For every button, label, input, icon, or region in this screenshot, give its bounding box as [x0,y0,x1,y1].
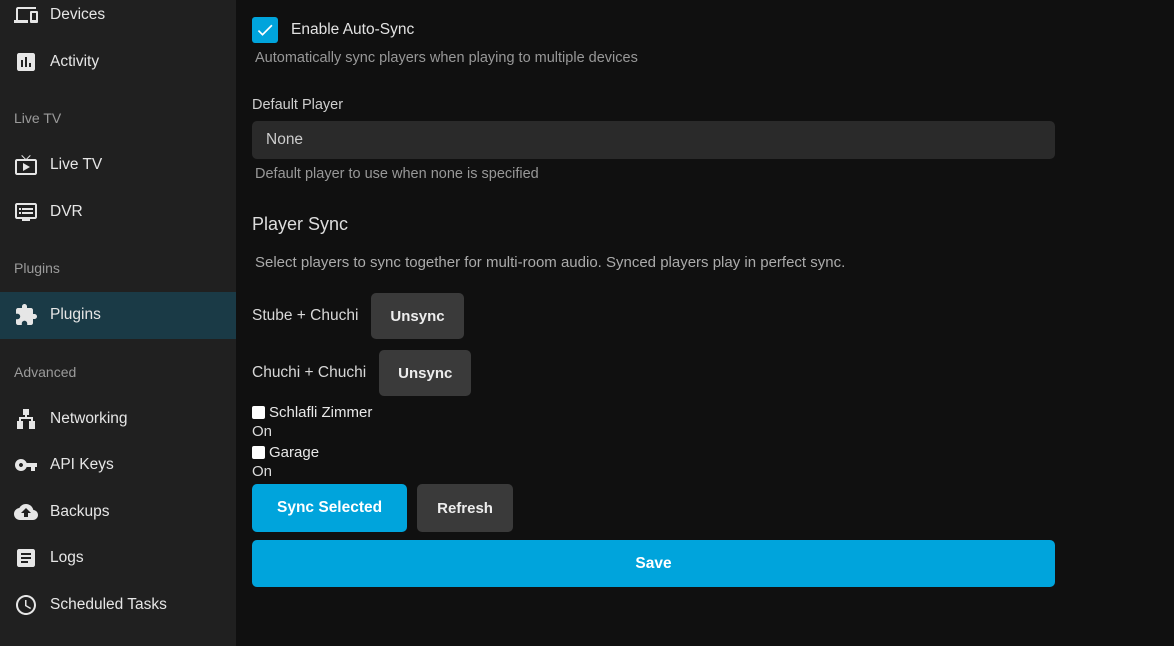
enable-auto-sync-label: Enable Auto-Sync [291,21,414,39]
sidebar: Devices Activity Live TV Live TV DVR Plugins P… [0,0,236,646]
unsync-button[interactable]: Unsync [379,350,471,396]
player-list: Schlafli ZimmerOnGarageOn [252,402,1055,482]
backup-icon [14,500,38,524]
dvr-icon [14,200,38,224]
sidebar-item-label: DVR [50,203,83,221]
sidebar-item-label: Scheduled Tasks [50,596,167,614]
sidebar-item-label: Backups [50,503,109,521]
key-icon [14,453,38,477]
plugins-icon [14,303,38,327]
default-player-label: Default Player [252,97,1055,113]
player-label-row: Garage [252,442,1055,462]
live-tv-icon [14,153,38,177]
sync-group-name: Stube + Chuchi [252,307,358,325]
sidebar-item-label: Devices [50,6,105,24]
sidebar-item-label: Live TV [50,156,102,174]
player-row: Schlafli ZimmerOn [252,402,1055,442]
unsync-button[interactable]: Unsync [371,293,463,339]
sidebar-item-backups[interactable]: Backups [0,489,236,536]
devices-icon [14,3,38,27]
sidebar-item-live-tv[interactable]: Live TV [0,142,236,189]
player-checkbox[interactable] [252,446,265,459]
player-name: Schlafli Zimmer [269,404,372,421]
save-button-label: Save [635,555,671,573]
sidebar-section-header-plugins: Plugins [0,235,236,292]
player-status: On [252,422,1055,442]
sidebar-item-label: API Keys [50,456,114,474]
sidebar-section-header-advanced: Advanced [0,339,236,396]
sync-group-row: Chuchi + Chuchi Unsync [252,350,1055,396]
sync-actions-row: Sync Selected Refresh [252,484,1055,532]
sidebar-item-logs[interactable]: Logs [0,535,236,582]
sidebar-item-activity[interactable]: Activity [0,39,236,86]
synced-groups-list: Stube + Chuchi Unsync Chuchi + Chuchi Unsyn… [252,293,1055,396]
sync-group-row: Stube + Chuchi Unsync [252,293,1055,339]
sidebar-item-label: Activity [50,53,99,71]
sidebar-nav: Devices Activity Live TV Live TV DVR Plugins P… [0,0,236,628]
default-player-select[interactable]: None [252,121,1055,159]
sidebar-item-api-keys[interactable]: API Keys [0,442,236,489]
networking-icon [14,407,38,431]
player-sync-description: Select players to sync together for mult… [255,255,1055,271]
sidebar-item-scheduled-tasks[interactable]: Scheduled Tasks [0,582,236,629]
refresh-button[interactable]: Refresh [417,484,513,532]
enable-auto-sync-checkbox[interactable] [252,17,278,43]
default-player-value: None [266,131,303,149]
activity-icon [14,50,38,74]
sidebar-item-dvr[interactable]: DVR [0,189,236,236]
default-player-help: Default player to use when none is speci… [255,166,1055,182]
settings-page: Enable Auto-Sync Automatically sync play… [236,0,1174,646]
sidebar-section-header-live-tv: Live TV [0,85,236,142]
player-sync-title: Player Sync [252,213,1055,235]
sidebar-item-label: Networking [50,410,128,428]
sidebar-item-networking[interactable]: Networking [0,396,236,443]
sync-selected-button[interactable]: Sync Selected [252,484,407,532]
player-name: Garage [269,444,319,461]
sidebar-item-label: Plugins [50,306,101,324]
enable-auto-sync-row: Enable Auto-Sync [252,17,1055,43]
player-checkbox[interactable] [252,406,265,419]
player-row: GarageOn [252,442,1055,482]
player-status: On [252,462,1055,482]
sidebar-item-label: Logs [50,549,84,567]
save-button[interactable]: Save [252,540,1055,587]
sidebar-item-devices[interactable]: Devices [0,0,236,39]
sidebar-item-plugins[interactable]: Plugins [0,292,236,339]
sync-group-name: Chuchi + Chuchi [252,364,366,382]
clock-icon [14,593,38,617]
logs-icon [14,546,38,570]
player-label-row: Schlafli Zimmer [252,402,1055,422]
auto-sync-description: Automatically sync players when playing … [255,50,1055,66]
checkmark-icon [255,20,275,40]
